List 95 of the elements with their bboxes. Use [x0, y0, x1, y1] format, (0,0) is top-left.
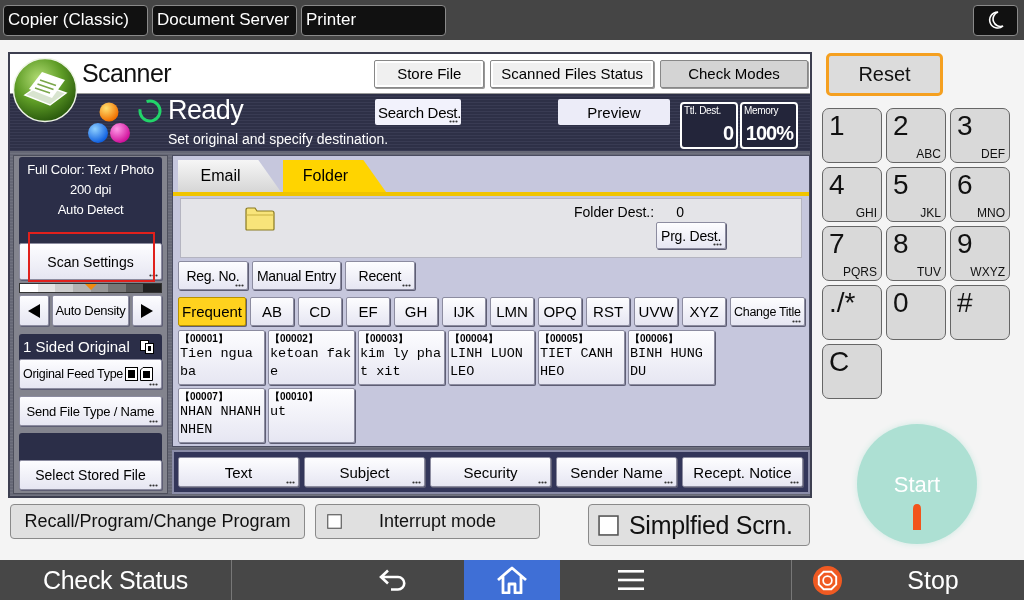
change-title-button[interactable]: Change Title — [730, 297, 805, 326]
nav-button[interactable] — [463, 560, 560, 600]
stacked-pages-icon — [139, 339, 154, 354]
status-text: Ready — [168, 95, 244, 126]
search-destination-button[interactable]: Search Dest. — [375, 99, 461, 125]
scan-summary-text: Auto Detect — [56, 201, 125, 219]
original-feed-type-button[interactable]: Original Feed Type — [19, 359, 162, 389]
index-tab[interactable]: LMN — [490, 297, 535, 326]
destination-button[interactable]: 【00004】 LINH LUON LEO — [448, 330, 535, 385]
keypad-key[interactable]: 9 WXYZ — [950, 226, 1010, 281]
destination-button[interactable]: 【00003】 kim ly phat xit — [358, 330, 445, 385]
recall-program-button[interactable]: Recall/Program/Change Program — [10, 504, 305, 539]
auto-density-button[interactable]: Auto Density — [52, 295, 129, 326]
folder-icon — [245, 207, 275, 231]
two-pages-icon — [125, 367, 153, 381]
index-tab[interactable]: OPQ — [538, 297, 583, 326]
folder-dest-count: 0 — [676, 204, 684, 220]
stop-icon — [813, 565, 842, 595]
index-tab[interactable]: UVW — [634, 297, 679, 326]
keypad-key[interactable]: 0 — [886, 285, 946, 340]
keypad-key[interactable]: 7 PQRS — [822, 226, 882, 281]
option-button[interactable]: Security — [430, 457, 551, 487]
index-tab[interactable]: Frequent — [178, 297, 247, 326]
keypad-key[interactable]: 5 JKL — [886, 167, 946, 222]
home-icon — [495, 566, 528, 594]
keypad-key[interactable]: C — [822, 344, 882, 399]
keypad-key[interactable]: 1 — [822, 108, 882, 163]
density-track[interactable] — [19, 283, 162, 293]
option-button[interactable]: Recept. Notice — [682, 457, 803, 487]
destination-tab[interactable]: Email — [178, 160, 281, 192]
scan-settings-button[interactable]: Scan Settings — [19, 243, 162, 280]
entry-button[interactable]: Reg. No. — [178, 261, 248, 290]
counter-label: Memory — [744, 105, 780, 117]
destination-button[interactable]: 【00006】 BINH HUNG DU — [628, 330, 715, 385]
option-button[interactable]: Text — [178, 457, 299, 487]
scan-summary-text: Full Color: Text / Photo — [26, 161, 155, 179]
header-button[interactable]: Store File — [374, 59, 485, 88]
app-tab[interactable]: Document Server — [152, 4, 297, 36]
entry-button[interactable]: Manual Entry — [252, 261, 341, 290]
night-mode-button[interactable] — [973, 4, 1018, 36]
stop-button[interactable]: Stop — [792, 560, 1024, 600]
app-tab[interactable]: Printer — [301, 4, 446, 36]
app-tab[interactable]: Copier (Classic) — [3, 4, 148, 36]
left-arrow-icon — [28, 303, 41, 318]
right-arrow-icon — [140, 303, 153, 318]
scan-summary-text: 200 dpi — [68, 181, 113, 199]
status-ring-icon — [138, 98, 162, 123]
index-tab[interactable]: XYZ — [682, 297, 727, 326]
option-button[interactable]: Subject — [304, 457, 425, 487]
keypad-key[interactable]: # — [950, 285, 1010, 340]
color-balls-icon — [88, 101, 130, 144]
header-button[interactable]: Scanned Files Status — [490, 59, 654, 88]
destination-button[interactable]: 【00010】 ut — [268, 388, 355, 443]
keypad-key[interactable]: 3 DEF — [950, 108, 1010, 163]
original-sides-text: 1 Sided Original — [23, 338, 130, 355]
check-status-button[interactable]: Check Status — [0, 560, 232, 600]
keypad-key[interactable]: 6 MNO — [950, 167, 1010, 222]
header-button[interactable]: Check Modes — [660, 59, 808, 88]
index-tab[interactable]: CD — [298, 297, 343, 326]
index-tab[interactable]: IJK — [442, 297, 487, 326]
back-icon — [378, 569, 407, 591]
keypad-key[interactable]: 8 TUV — [886, 226, 946, 281]
index-tab[interactable]: EF — [346, 297, 391, 326]
keypad-key[interactable]: 2 ABC — [886, 108, 946, 163]
status-message: Set original and specify destination. — [167, 131, 389, 147]
reset-button[interactable]: Reset — [826, 53, 943, 96]
destination-button[interactable]: 【00007】 NHAN NHANH NHEN — [178, 388, 265, 443]
entry-button[interactable]: Recent — [344, 261, 415, 290]
index-tab[interactable]: GH — [394, 297, 439, 326]
indicator-light-icon — [912, 504, 922, 530]
destination-button[interactable]: 【00001】 Tien ngua ba — [178, 330, 265, 385]
destination-button[interactable]: 【00002】 ketoan fake — [268, 330, 355, 385]
index-tab[interactable]: RST — [586, 297, 631, 326]
folder-dest-label: Folder Dest.: — [574, 204, 655, 220]
moon-icon — [987, 11, 1004, 29]
counter-value: 100% — [745, 121, 794, 145]
destination-button[interactable]: 【00005】 TIET CANH HEO — [538, 330, 625, 385]
send-file-type-button[interactable]: Send File Type / Name — [19, 396, 162, 426]
darker-button[interactable] — [131, 295, 162, 326]
lighter-button[interactable] — [19, 295, 50, 326]
index-tab[interactable]: AB — [250, 297, 295, 326]
density-marker-icon[interactable] — [84, 284, 97, 290]
select-stored-file-button[interactable]: Select Stored File — [19, 460, 162, 490]
option-button[interactable]: Sender Name — [556, 457, 677, 487]
counter-label: Ttl. Dest. — [684, 105, 722, 117]
interrupt-mode-button[interactable]: Interrupt mode — [315, 504, 540, 539]
app-title: Scanner — [82, 59, 171, 88]
preview-button[interactable]: Preview — [558, 99, 670, 125]
keypad-key[interactable]: 4 GHI — [822, 167, 882, 222]
destination-tab[interactable]: Folder — [283, 160, 386, 192]
keypad-key[interactable]: ./* — [822, 285, 882, 340]
simplified-screen-button[interactable]: Simplfied Scrn. — [588, 504, 810, 546]
counter-value: 0 — [722, 121, 734, 145]
menu-icon — [617, 570, 644, 590]
program-destination-button[interactable]: Prg. Dest. — [656, 222, 727, 249]
